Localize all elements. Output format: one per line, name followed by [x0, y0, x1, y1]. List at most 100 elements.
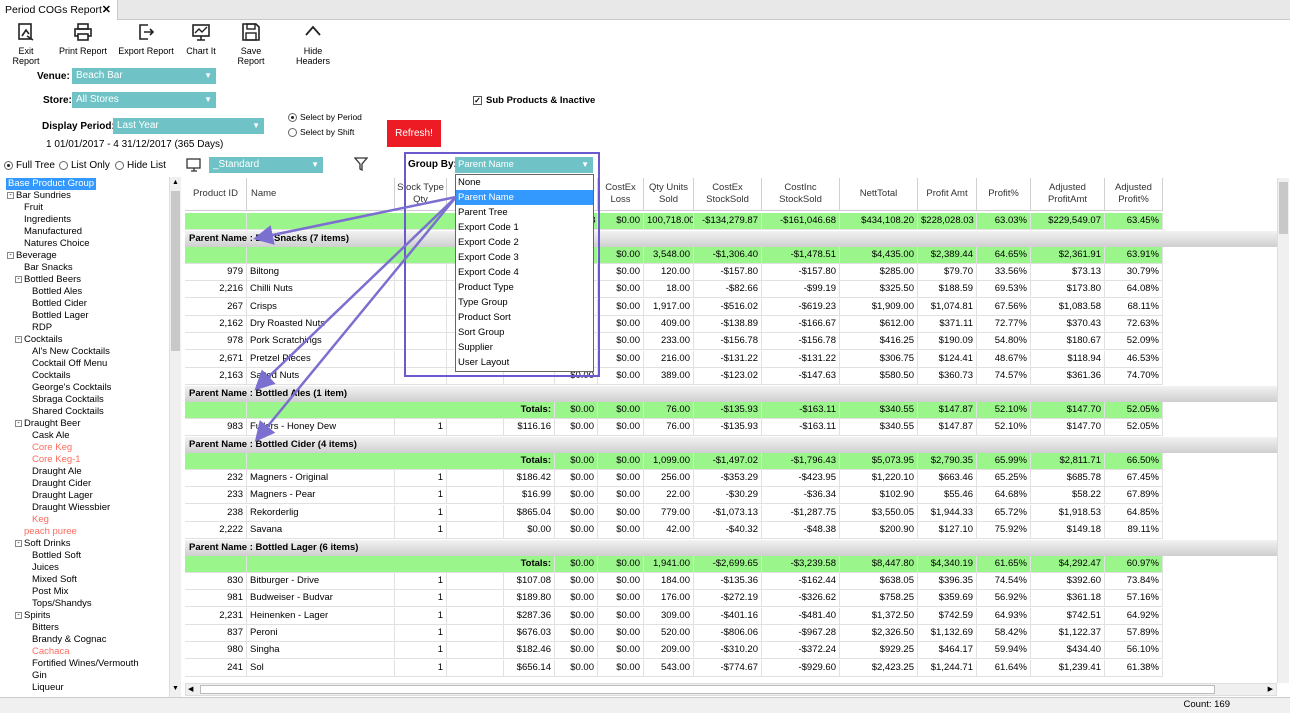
- tree-node[interactable]: Tops/Shandys: [32, 598, 92, 610]
- tree-toggle-icon[interactable]: -: [15, 612, 22, 619]
- select-by-shift-radio[interactable]: Select by Shift: [288, 127, 354, 137]
- tree-node[interactable]: Cocktails: [32, 370, 71, 382]
- close-icon[interactable]: ✕: [102, 3, 111, 16]
- tree-node[interactable]: Cachaca: [32, 646, 70, 658]
- tree-node[interactable]: Beverage: [16, 250, 57, 262]
- table-row[interactable]: 2,231 Heinenken - Lager 1 $287.36 $0.00 $0.00…: [185, 607, 1277, 625]
- tree-toggle-icon[interactable]: -: [15, 276, 22, 283]
- tree-toggle-icon[interactable]: -: [7, 192, 14, 199]
- chart-it-button[interactable]: Chart It: [184, 22, 218, 62]
- filter-icon[interactable]: [354, 157, 368, 171]
- column-header[interactable]: Name: [247, 178, 395, 211]
- tree-node[interactable]: Draught Lager: [32, 490, 93, 502]
- tree-node[interactable]: Ingredients: [24, 214, 71, 226]
- group-header[interactable]: Parent Name : Bar Snacks (7 items): [185, 231, 1277, 247]
- tree-node[interactable]: Mixed Soft: [32, 574, 77, 586]
- column-header[interactable]: Product ID: [185, 178, 247, 211]
- tree-node[interactable]: Brandy & Cognac: [32, 634, 106, 646]
- save-report-button[interactable]: Save Report: [226, 22, 276, 66]
- table-row[interactable]: 981 Budweiser - Budvar 1 $189.80 $0.00 $0.00 1…: [185, 590, 1277, 608]
- table-row[interactable]: 233 Magners - Pear 1 $16.99 $0.00 $0.00 22.00-…: [185, 487, 1277, 505]
- tree-node[interactable]: Spirits: [24, 610, 50, 622]
- tree-node[interactable]: Draught Cider: [32, 478, 91, 490]
- tree-node[interactable]: Cocktail Off Menu: [32, 358, 107, 370]
- grid-horizontal-scrollbar[interactable]: ◀ ▶: [185, 683, 1277, 696]
- tree-toggle-icon[interactable]: -: [15, 336, 22, 343]
- table-row[interactable]: 2,216Chilli Nuts$0.00$0.0018.00-$82.66-$…: [185, 281, 1277, 299]
- full-tree-radio[interactable]: Full Tree: [4, 160, 55, 171]
- tab-period-cogs-report[interactable]: Period COGs Report ✕: [0, 0, 118, 20]
- tree-node[interactable]: Soft Drinks: [24, 538, 70, 550]
- list-only-radio[interactable]: List Only: [59, 160, 110, 171]
- layout-dropdown[interactable]: _Standard ▼: [209, 157, 323, 173]
- group-by-option[interactable]: None: [456, 175, 593, 190]
- table-row[interactable]: 837 Peroni 1 $676.03 $0.00 $0.00 520.00 -$806.0…: [185, 624, 1277, 642]
- column-header[interactable]: NettTotal: [840, 178, 918, 211]
- tree-node[interactable]: Post Mix: [32, 586, 68, 598]
- column-header[interactable]: CostInc StockSold: [762, 178, 840, 211]
- tree-node[interactable]: Bottled Beers: [24, 274, 81, 286]
- hide-headers-button[interactable]: Hide Headers: [286, 22, 340, 66]
- table-row[interactable]: 978Pork Scratchings$0.00$0.00233.00-$156…: [185, 333, 1277, 351]
- tree-toggle-icon[interactable]: -: [7, 252, 14, 259]
- tree-node[interactable]: George's Cocktails: [32, 382, 111, 394]
- group-by-option[interactable]: Parent Tree: [456, 205, 593, 220]
- product-group-tree[interactable]: Base Product Group - Bar Sundries Fruit Ingr…: [0, 177, 181, 697]
- tree-node[interactable]: Bitters: [32, 622, 59, 634]
- totals-row[interactable]: $0.00$0.003,548.00-$1,306.40-$1,478.51$4…: [185, 247, 1277, 264]
- scroll-up-icon[interactable]: ▲: [172, 179, 179, 186]
- table-row[interactable]: 2,162Dry Roasted Nuts$0.00$0.00409.00-$1…: [185, 315, 1277, 333]
- group-by-option[interactable]: Product Sort: [456, 310, 593, 325]
- table-row[interactable]: 983 Fullers - Honey Dew 1 $116.16 $0.00 $0.00…: [185, 419, 1277, 436]
- scrollbar-thumb[interactable]: [200, 685, 1215, 694]
- scroll-left-icon[interactable]: ◀: [188, 685, 193, 693]
- tree-node[interactable]: Base Product Group: [6, 178, 97, 190]
- table-row[interactable]: 267Crisps$0.00$0.001,917.00-$516.02-$619…: [185, 298, 1277, 316]
- table-row[interactable]: 232 Magners - Original 1 $186.42 $0.00 $0.00 2…: [185, 470, 1277, 487]
- exit-report-button[interactable]: Exit Report: [4, 22, 48, 66]
- group-by-menu[interactable]: None Parent Name Parent Tree Export Code 1E…: [455, 174, 594, 372]
- table-row[interactable]: 2,671Pretzel Pieces$0.00$0.00216.00-$131…: [185, 350, 1277, 368]
- tree-node[interactable]: Fortified Wines/Vermouth: [32, 658, 139, 670]
- tree-node[interactable]: Core Keg: [32, 442, 72, 454]
- table-row[interactable]: 2,222 Savana 1 $0.00 $0.00 $0.00 42.00 -$40.32-…: [185, 521, 1277, 539]
- tree-node[interactable]: Al's New Cocktails: [32, 346, 110, 358]
- tree-node[interactable]: Bar Sundries: [16, 190, 71, 202]
- column-header[interactable]: Profit Amt: [918, 178, 977, 211]
- column-header[interactable]: CostEx StockSold: [694, 178, 762, 211]
- group-by-option[interactable]: Parent Name: [456, 190, 593, 205]
- tree-node[interactable]: Bottled Lager: [32, 310, 89, 322]
- sub-products-checkbox[interactable]: ✓ Sub Products & Inactive: [473, 95, 595, 106]
- hide-list-radio[interactable]: Hide List: [115, 160, 166, 171]
- tree-node[interactable]: Natures Choice: [24, 238, 89, 250]
- group-by-option[interactable]: Export Code 4: [456, 265, 593, 280]
- tree-node[interactable]: Cask Ale: [32, 430, 70, 442]
- tree-node[interactable]: Bottled Soft: [32, 550, 81, 562]
- table-row[interactable]: 980 Singha 1 $182.46 $0.00 $0.00 209.00 -$310.2…: [185, 642, 1277, 660]
- layout-icon[interactable]: [186, 157, 202, 173]
- tree-node[interactable]: Cocktails: [24, 334, 63, 346]
- grid-scrollbar[interactable]: [1277, 178, 1289, 683]
- venue-dropdown[interactable]: Beach Bar ▼: [72, 68, 216, 84]
- table-row[interactable]: 979Biltong$0.00$0.00120.00-$157.80-$157.…: [185, 264, 1277, 281]
- group-by-option[interactable]: Export Code 2: [456, 235, 593, 250]
- totals-row[interactable]: $2,098.87$0.00$0.001,941.00-$2,699.65-$3…: [185, 556, 1277, 573]
- table-row[interactable]: 2,163 Salted Nuts $0.00 $0.00 389.00 -$123.02…: [185, 367, 1277, 385]
- tree-node[interactable]: Draught Wiessbier: [32, 502, 110, 514]
- totals-row[interactable]: $1,068.45$0.00$0.001,099.00-$1,497.02-$1…: [185, 453, 1277, 470]
- group-by-option[interactable]: Type Group: [456, 295, 593, 310]
- totals-row[interactable]: -$841.68$0.00100,718.00-$134,279.87-$161…: [185, 213, 1277, 230]
- tree-node[interactable]: Bottled Ales: [32, 286, 82, 298]
- tree-node[interactable]: Gin: [32, 670, 47, 682]
- tree-node[interactable]: Manufactured: [24, 226, 82, 238]
- group-by-option[interactable]: Product Type: [456, 280, 593, 295]
- tree-node[interactable]: Keg: [32, 514, 49, 526]
- report-grid[interactable]: Product IDNameStock Type QtyCostEx FerOu…: [185, 178, 1277, 682]
- tree-node[interactable]: Bar Snacks: [24, 262, 73, 274]
- display-period-dropdown[interactable]: Last Year ▼: [113, 118, 264, 134]
- column-header[interactable]: CostEx Loss: [598, 178, 644, 211]
- scroll-down-icon[interactable]: ▼: [172, 685, 179, 692]
- tree-node[interactable]: RDP: [32, 322, 52, 334]
- scroll-right-icon[interactable]: ▶: [1268, 685, 1273, 693]
- group-by-option[interactable]: Export Code 1: [456, 220, 593, 235]
